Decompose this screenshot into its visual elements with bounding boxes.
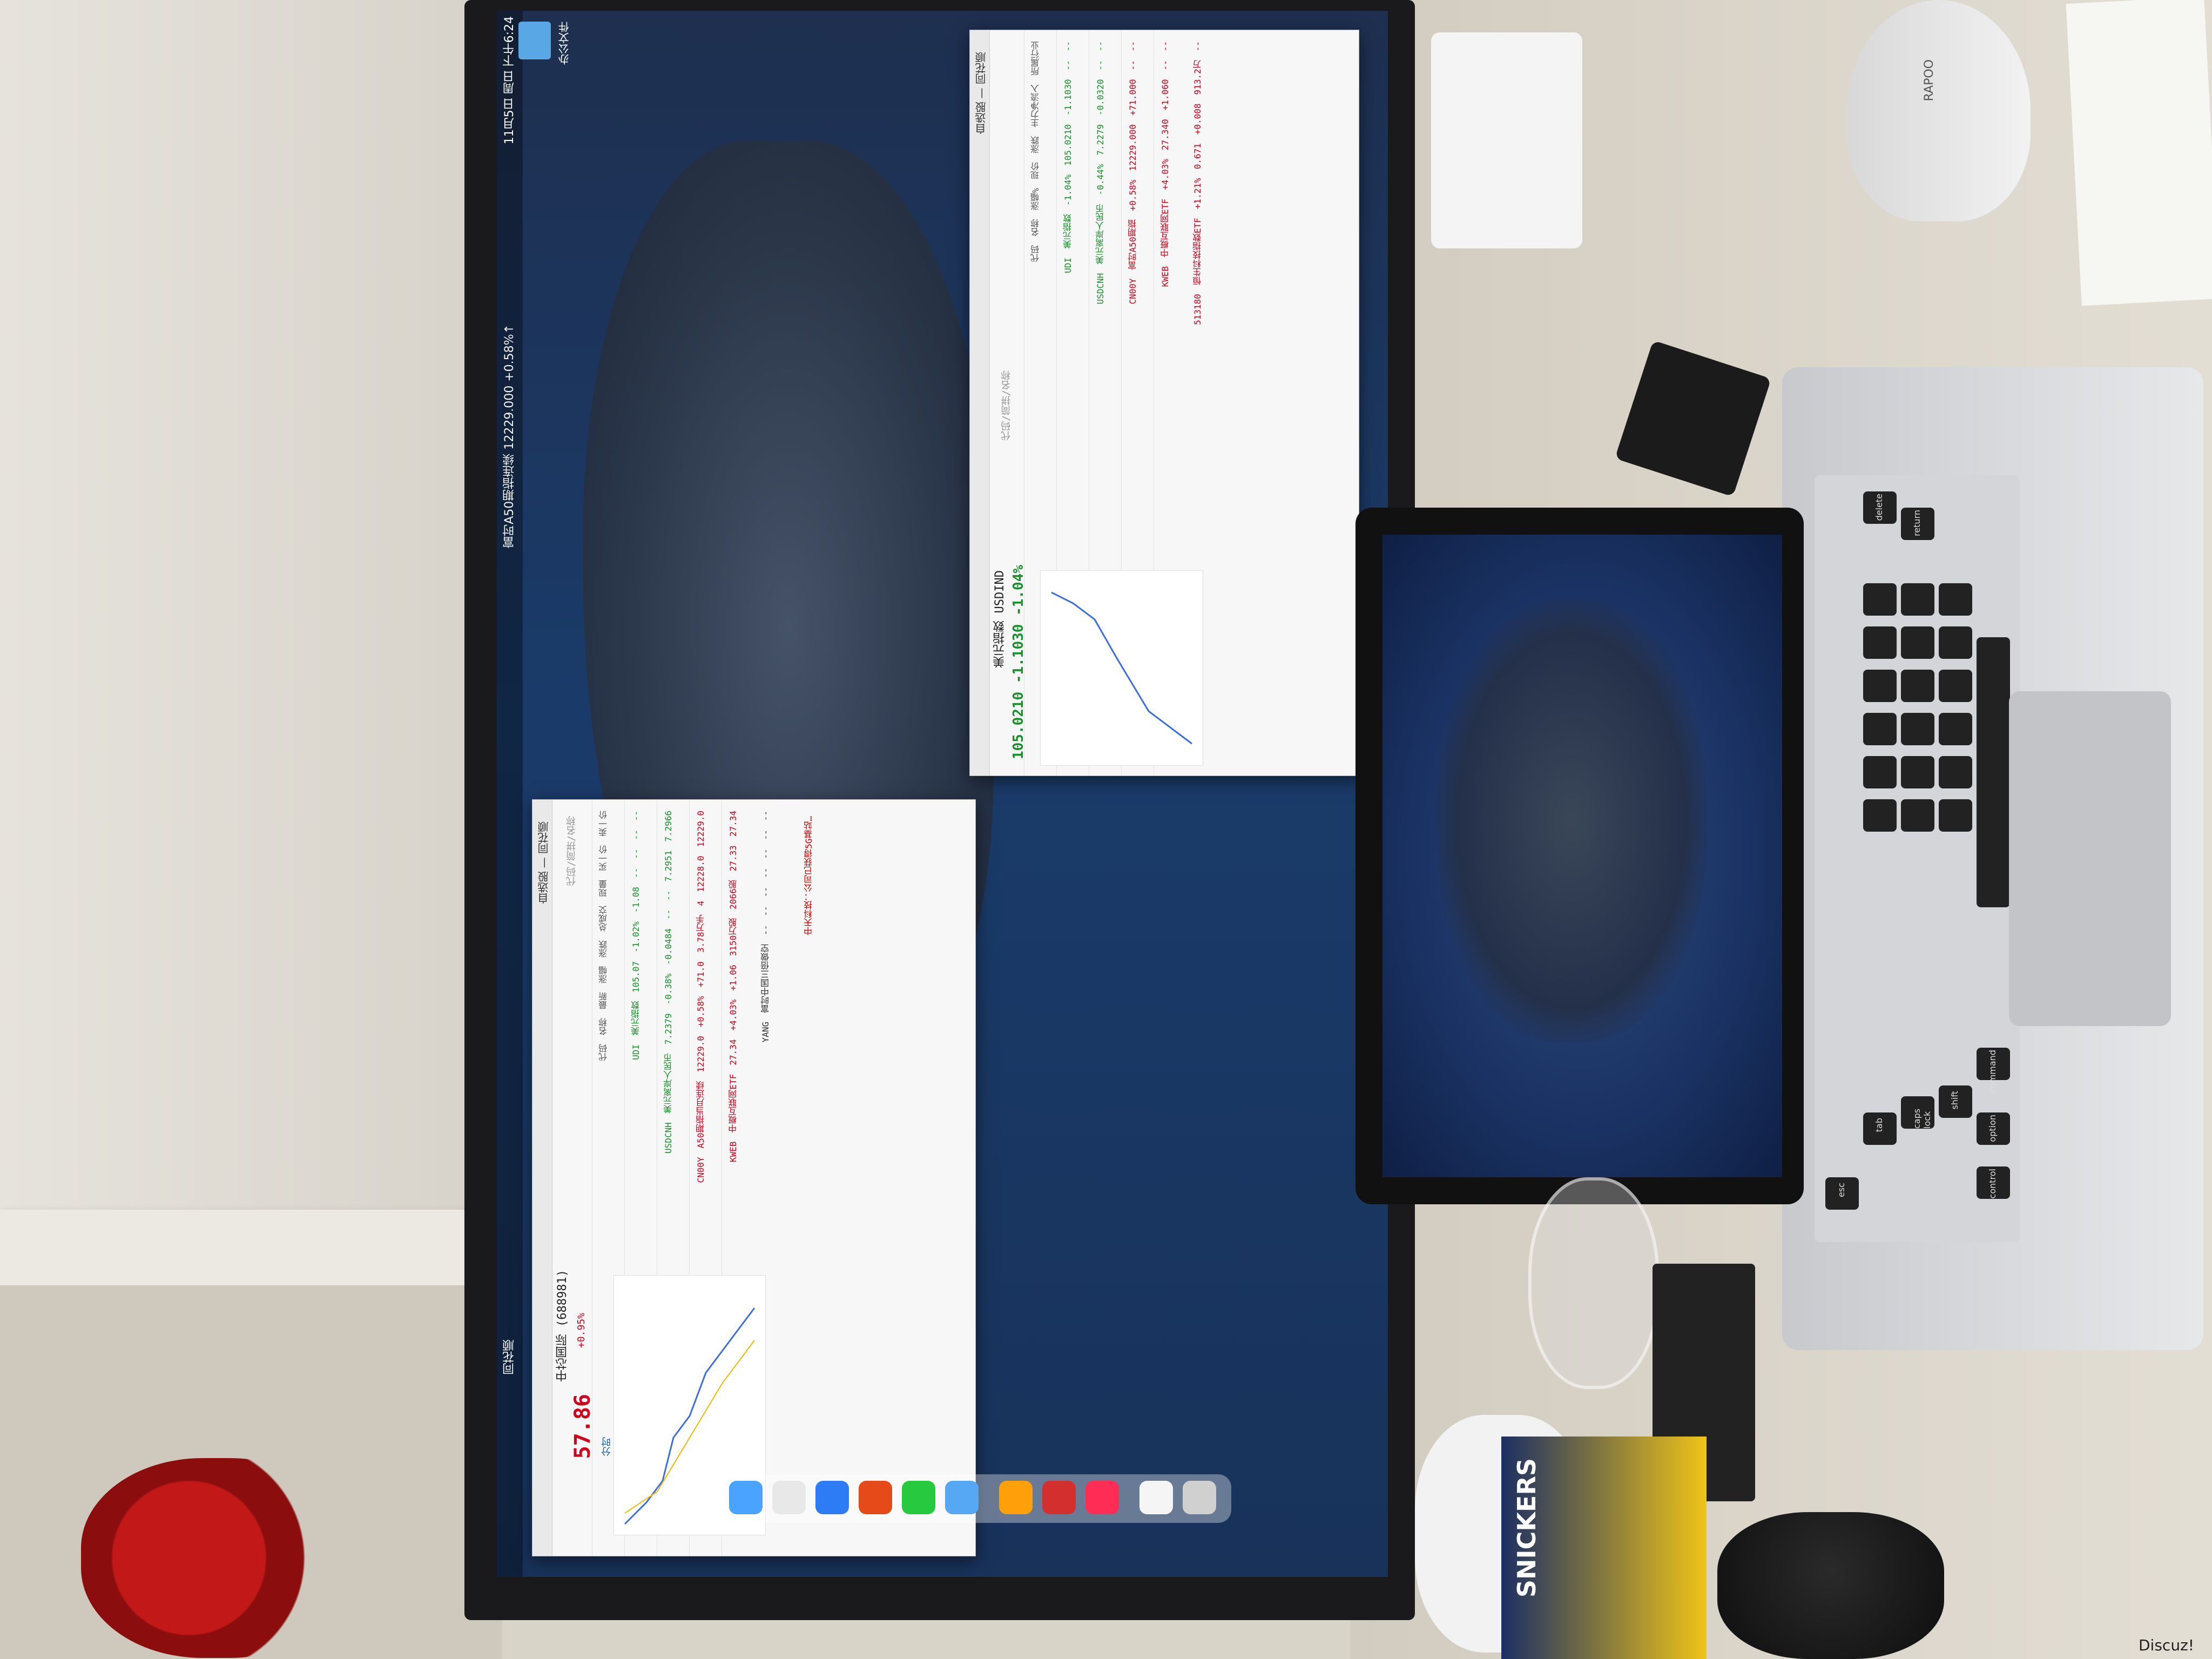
key-tab[interactable]: tab	[1874, 1118, 1884, 1132]
wall-shelf	[0, 1210, 513, 1285]
photos-icon[interactable]	[999, 1481, 1033, 1514]
computer-mouse[interactable]	[1847, 0, 2031, 221]
stock-window-right[interactable]: 自选股 — 同花顺 代码/简拼/名称 代码 名称 涨幅% 现价 涨跌 主力净流入…	[969, 30, 1359, 776]
wechat-icon[interactable]	[902, 1481, 935, 1514]
app-store-icon[interactable]	[815, 1481, 849, 1514]
stock-app-icon[interactable]	[859, 1481, 892, 1514]
intraday-chart[interactable]	[1040, 570, 1203, 766]
trash-icon[interactable]	[1183, 1481, 1216, 1514]
power-strip	[1431, 32, 1582, 248]
table-row[interactable]: YANG 富时中国三倍做空 -- -- -- -- -- -- --	[759, 811, 772, 1042]
table-row[interactable]: UDI 美元指数 105.07 -1.02% -1.08 -- -- -- --	[630, 811, 643, 1060]
macos-dock	[718, 1474, 1231, 1523]
laptop-trackpad[interactable]	[2009, 691, 2171, 1026]
key-shift[interactable]: shift	[1950, 1091, 1960, 1110]
quote-price: 105.0210 -1.1030 -1.04%	[1010, 565, 1027, 760]
laptop-wallpaper-island	[1437, 599, 1707, 1042]
glass-jar	[1528, 1177, 1659, 1389]
search-input[interactable]: 代码/简拼/名称	[565, 816, 579, 886]
table-row[interactable]: CN00Y 富时A50期指 +0.58% 12229.000 +71.000 -…	[1127, 41, 1139, 305]
table-row[interactable]: KWEB 中概互联网ETF 27.34 +4.03% +1.06 3150万股 …	[727, 811, 740, 1162]
table-row[interactable]: 513180 恒生科技指数ETF +1.21% 0.671 +0.008 913…	[1191, 41, 1204, 325]
quote-name: 中芯国际 (688981)	[556, 1270, 569, 1382]
chinese-knot-decoration	[81, 1458, 351, 1658]
launchpad-icon[interactable]	[772, 1481, 806, 1514]
stock-window-left[interactable]: 自选股 — 同花顺 代码/简拼/名称 代码 名称 最新 涨幅 涨跌 总成交 现量…	[532, 799, 976, 1556]
finder-icon[interactable]	[729, 1481, 763, 1514]
music-icon[interactable]	[1085, 1481, 1119, 1514]
table-header: 代码 名称 最新 涨幅 涨跌 总成交 现量 买一价 卖一价	[598, 811, 609, 1061]
documents-folder-icon[interactable]	[1139, 1481, 1173, 1514]
window-title: 自选股 — 同花顺	[537, 821, 550, 904]
news-ticker[interactable]: 中天科技：公司已获得5G基站…	[802, 816, 815, 935]
wall	[0, 0, 486, 1285]
table-header: 代码 名称 涨幅% 现价 涨跌 主力净流入 所属行业	[1030, 41, 1041, 262]
watermark: Discuz!	[2139, 1636, 2194, 1654]
table-row[interactable]: UDI 美元指数 -1.04% 105.0210 -1.1030 -- --	[1062, 41, 1075, 273]
menubar-app-name[interactable]: 同花顺	[501, 1339, 518, 1375]
black-mug	[1717, 1512, 1944, 1659]
search-input[interactable]: 代码/简拼/名称	[1000, 370, 1014, 441]
table-row[interactable]: CN00Y A50期指当月连续 12229.0 +0.58% +71.0 3.7…	[694, 811, 707, 1183]
tab-intraday[interactable]: 分时	[600, 1437, 614, 1456]
window-titlebar[interactable]: 自选股 — 同花顺	[970, 30, 990, 775]
key-caps-lock[interactable]: caps lock	[1912, 1098, 1932, 1129]
table-row[interactable]: USDCNH 美元离岸人民币 7.2379 -0.38% -0.0484 -- …	[662, 811, 675, 1154]
window-titlebar[interactable]: 自选股 — 同花顺	[532, 800, 552, 1556]
quote-name: 美元指数 USDIND	[993, 570, 1007, 668]
key-command[interactable]: command	[1987, 1050, 1998, 1093]
paper-note	[2066, 0, 2212, 306]
spacebar	[1977, 637, 2010, 907]
key-option[interactable]: option	[1987, 1115, 1998, 1142]
key-control[interactable]: control	[1987, 1169, 1998, 1198]
key-esc[interactable]: esc	[1836, 1183, 1846, 1197]
quote-change: +0.95%	[576, 1313, 587, 1348]
quote-price: 57.86	[570, 1394, 595, 1459]
table-row[interactable]: KWEB 中概互联网ETF +4.03% 27.340 +1.060 -- --	[1159, 41, 1172, 287]
snack-brand: SNICKERS	[1512, 1458, 1541, 1598]
folder-icon[interactable]	[518, 22, 551, 59]
menubar-ticker: 富时A50期指连续 12229.000 +0.58%↑	[503, 324, 516, 548]
settings-icon[interactable]	[945, 1481, 979, 1514]
menubar-clock[interactable]: 11月5日 周日 下午6:24	[501, 16, 518, 144]
table-row[interactable]: USDCNH 美元离岸人民币 -0.44% 7.2279 -0.0320 -- …	[1094, 41, 1107, 304]
window-title: 自选股 — 同花顺	[975, 52, 988, 134]
intraday-line	[1051, 591, 1192, 745]
key-return[interactable]: return	[1912, 510, 1922, 536]
laptop-keyboard: esc tab caps lock shift control option c…	[1815, 475, 2020, 1242]
wps-icon[interactable]	[1042, 1481, 1076, 1514]
key-delete[interactable]: delete	[1874, 494, 1884, 521]
mouse-brand: RAPOO	[1923, 59, 1936, 102]
folder-label: 办公文件	[558, 22, 571, 65]
